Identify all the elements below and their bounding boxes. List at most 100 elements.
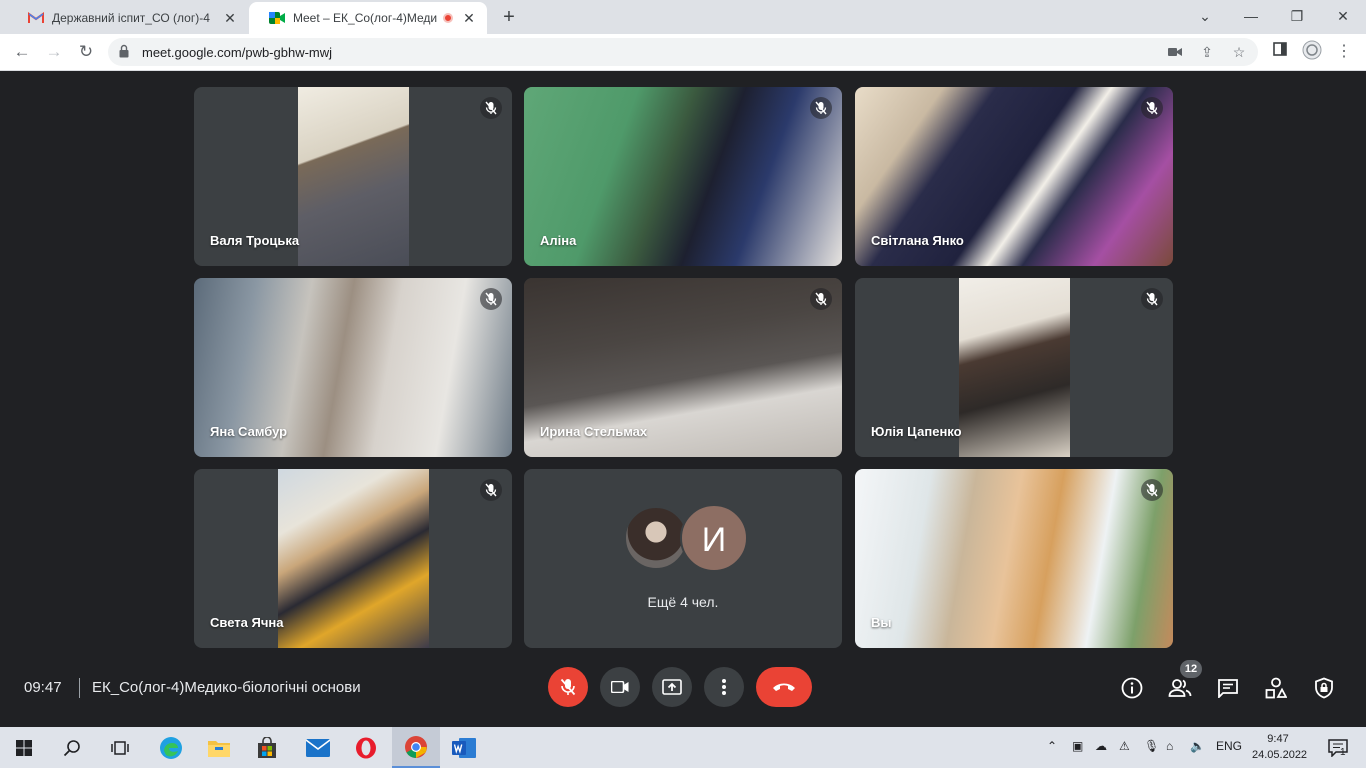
participant-name: Аліна <box>540 233 577 248</box>
task-view-icon <box>111 740 129 755</box>
chat-icon[interactable] <box>1215 675 1241 701</box>
participant-tile[interactable]: Ирина Стельмах <box>524 278 842 457</box>
mic-off-icon <box>810 288 832 310</box>
camera-icon <box>611 681 629 693</box>
chrome-app[interactable] <box>392 727 440 768</box>
hang-up-icon <box>773 683 795 691</box>
new-tab-button[interactable]: + <box>497 5 521 29</box>
mic-off-icon <box>1141 479 1163 501</box>
minimize-button[interactable]: — <box>1231 4 1271 28</box>
tab-gmail[interactable]: Державний іспит_СО (лог)-4 Ме ✕ <box>8 2 248 34</box>
activities-icon[interactable] <box>1263 675 1289 701</box>
mail-app[interactable] <box>294 727 342 768</box>
store-app[interactable] <box>243 727 291 768</box>
store-icon <box>258 736 276 758</box>
participant-video <box>855 469 1173 648</box>
host-controls-icon[interactable] <box>1311 675 1337 701</box>
windows-icon <box>16 739 32 756</box>
edge-app[interactable] <box>147 727 195 768</box>
camera-toggle-button[interactable] <box>600 667 640 707</box>
browser-menu-icon[interactable]: ⋮ <box>1332 40 1356 64</box>
leave-call-button[interactable] <box>756 667 812 707</box>
gmail-icon <box>28 10 44 26</box>
network-alert-icon[interactable]: ⚠ <box>1119 739 1130 753</box>
system-clock[interactable]: 9:47 24.05.2022 <box>1252 731 1308 763</box>
language-indicator[interactable]: ENG <box>1216 739 1242 753</box>
mic-off-icon <box>1141 97 1163 119</box>
participant-tile[interactable]: Аліна <box>524 87 842 266</box>
divider <box>79 678 80 698</box>
participant-tile[interactable]: Света Ячна <box>194 469 512 648</box>
side-panel-icon[interactable] <box>1268 40 1292 64</box>
address-bar[interactable]: meet.google.com/pwb-gbhw-mwj ⇪ ☆ <box>108 38 1258 66</box>
meeting-clock: 09:47 <box>24 679 62 696</box>
camera-indicator-icon[interactable] <box>1164 42 1186 62</box>
onedrive-icon[interactable]: ☁ <box>1095 739 1107 753</box>
participant-name: Юлія Цапенко <box>871 424 962 439</box>
search-icon <box>63 739 80 756</box>
windows-taskbar: ⌃ ▣ ☁ ⚠ 🎙 ⌂ 🔈 ENG 9:47 24.05.2022 1 <box>0 727 1366 768</box>
participant-name: Ирина Стельмах <box>540 424 648 439</box>
tab-search-icon[interactable]: ⌄ <box>1185 4 1225 28</box>
meet-icon <box>269 10 285 26</box>
opera-app[interactable] <box>342 727 390 768</box>
bookmark-star-icon[interactable]: ☆ <box>1228 42 1250 62</box>
participant-tile[interactable]: Юлія Цапенко <box>855 278 1173 457</box>
meet-present-tray-icon[interactable]: ▣ <box>1072 739 1083 753</box>
mic-off-icon <box>560 678 576 696</box>
system-time: 9:47 <box>1267 733 1289 745</box>
participant-tile[interactable]: Світлана Янко <box>855 87 1173 266</box>
chrome-icon <box>405 735 427 758</box>
word-icon <box>452 737 476 758</box>
tab-meet[interactable]: Meet – ЕК_Со(лог-4)Медико ✕ <box>249 2 487 34</box>
participant-tile[interactable]: Валя Троцька <box>194 87 512 266</box>
url-text: meet.google.com/pwb-gbhw-mwj <box>142 45 333 60</box>
browser-tab-strip: Державний іспит_СО (лог)-4 Ме ✕ Meet – Е… <box>0 0 1366 34</box>
close-window-button[interactable]: ✕ <box>1323 4 1363 28</box>
meeting-stage: Валя Троцька Аліна Світлана Янко Яна Сам… <box>0 71 1366 727</box>
file-explorer-app[interactable] <box>195 727 243 768</box>
microphone-toggle-button[interactable] <box>548 667 588 707</box>
participant-tile[interactable]: Яна Самбур <box>194 278 512 457</box>
meeting-details-icon[interactable] <box>1119 675 1145 701</box>
more-options-button[interactable] <box>704 667 744 707</box>
mic-off-icon <box>480 97 502 119</box>
more-vert-icon <box>722 679 726 695</box>
search-button[interactable] <box>48 727 96 768</box>
folder-icon <box>208 740 230 757</box>
task-view-button[interactable] <box>96 727 144 768</box>
participant-name: Світлана Янко <box>871 233 964 248</box>
participant-avatar <box>624 506 688 570</box>
start-button[interactable] <box>0 727 48 768</box>
notifications-button[interactable]: 1 <box>1318 727 1358 768</box>
participant-name: Вы <box>871 615 892 630</box>
word-app[interactable] <box>440 727 488 768</box>
present-screen-button[interactable] <box>652 667 692 707</box>
mic-off-icon <box>810 97 832 119</box>
back-icon[interactable]: ← <box>10 40 34 64</box>
restore-button[interactable]: ❐ <box>1277 4 1317 28</box>
share-icon[interactable]: ⇪ <box>1196 42 1218 62</box>
mic-off-icon <box>480 288 502 310</box>
participant-avatar-letter: И <box>680 504 748 572</box>
browser-toolbar: ← → ↻ meet.google.com/pwb-gbhw-mwj ⇪ ☆ ⋮ <box>0 34 1366 71</box>
self-view-tile[interactable]: Вы <box>855 469 1173 648</box>
recording-icon <box>443 13 453 23</box>
present-icon <box>662 679 682 695</box>
lock-icon <box>119 44 129 58</box>
volume-icon[interactable]: 🔈 <box>1190 739 1205 753</box>
system-date: 24.05.2022 <box>1252 749 1308 761</box>
microphone-tray-icon[interactable]: 🎙 <box>1144 739 1159 753</box>
close-tab-icon[interactable]: ✕ <box>461 10 477 27</box>
reload-icon[interactable]: ↻ <box>74 40 98 64</box>
more-participants-tile[interactable]: И Ещё 4 чел. <box>524 469 842 648</box>
participant-name: Валя Троцька <box>210 233 300 248</box>
network-icon[interactable]: ⌂ <box>1166 739 1173 753</box>
forward-icon[interactable]: → <box>42 40 66 64</box>
people-icon[interactable] <box>1167 675 1193 701</box>
close-tab-icon[interactable]: ✕ <box>222 10 238 27</box>
people-count-badge: 12 <box>1180 660 1202 678</box>
participant-name: Света Ячна <box>210 615 284 630</box>
profile-avatar[interactable] <box>1300 40 1324 64</box>
show-hidden-icons[interactable]: ⌃ <box>1047 739 1057 753</box>
